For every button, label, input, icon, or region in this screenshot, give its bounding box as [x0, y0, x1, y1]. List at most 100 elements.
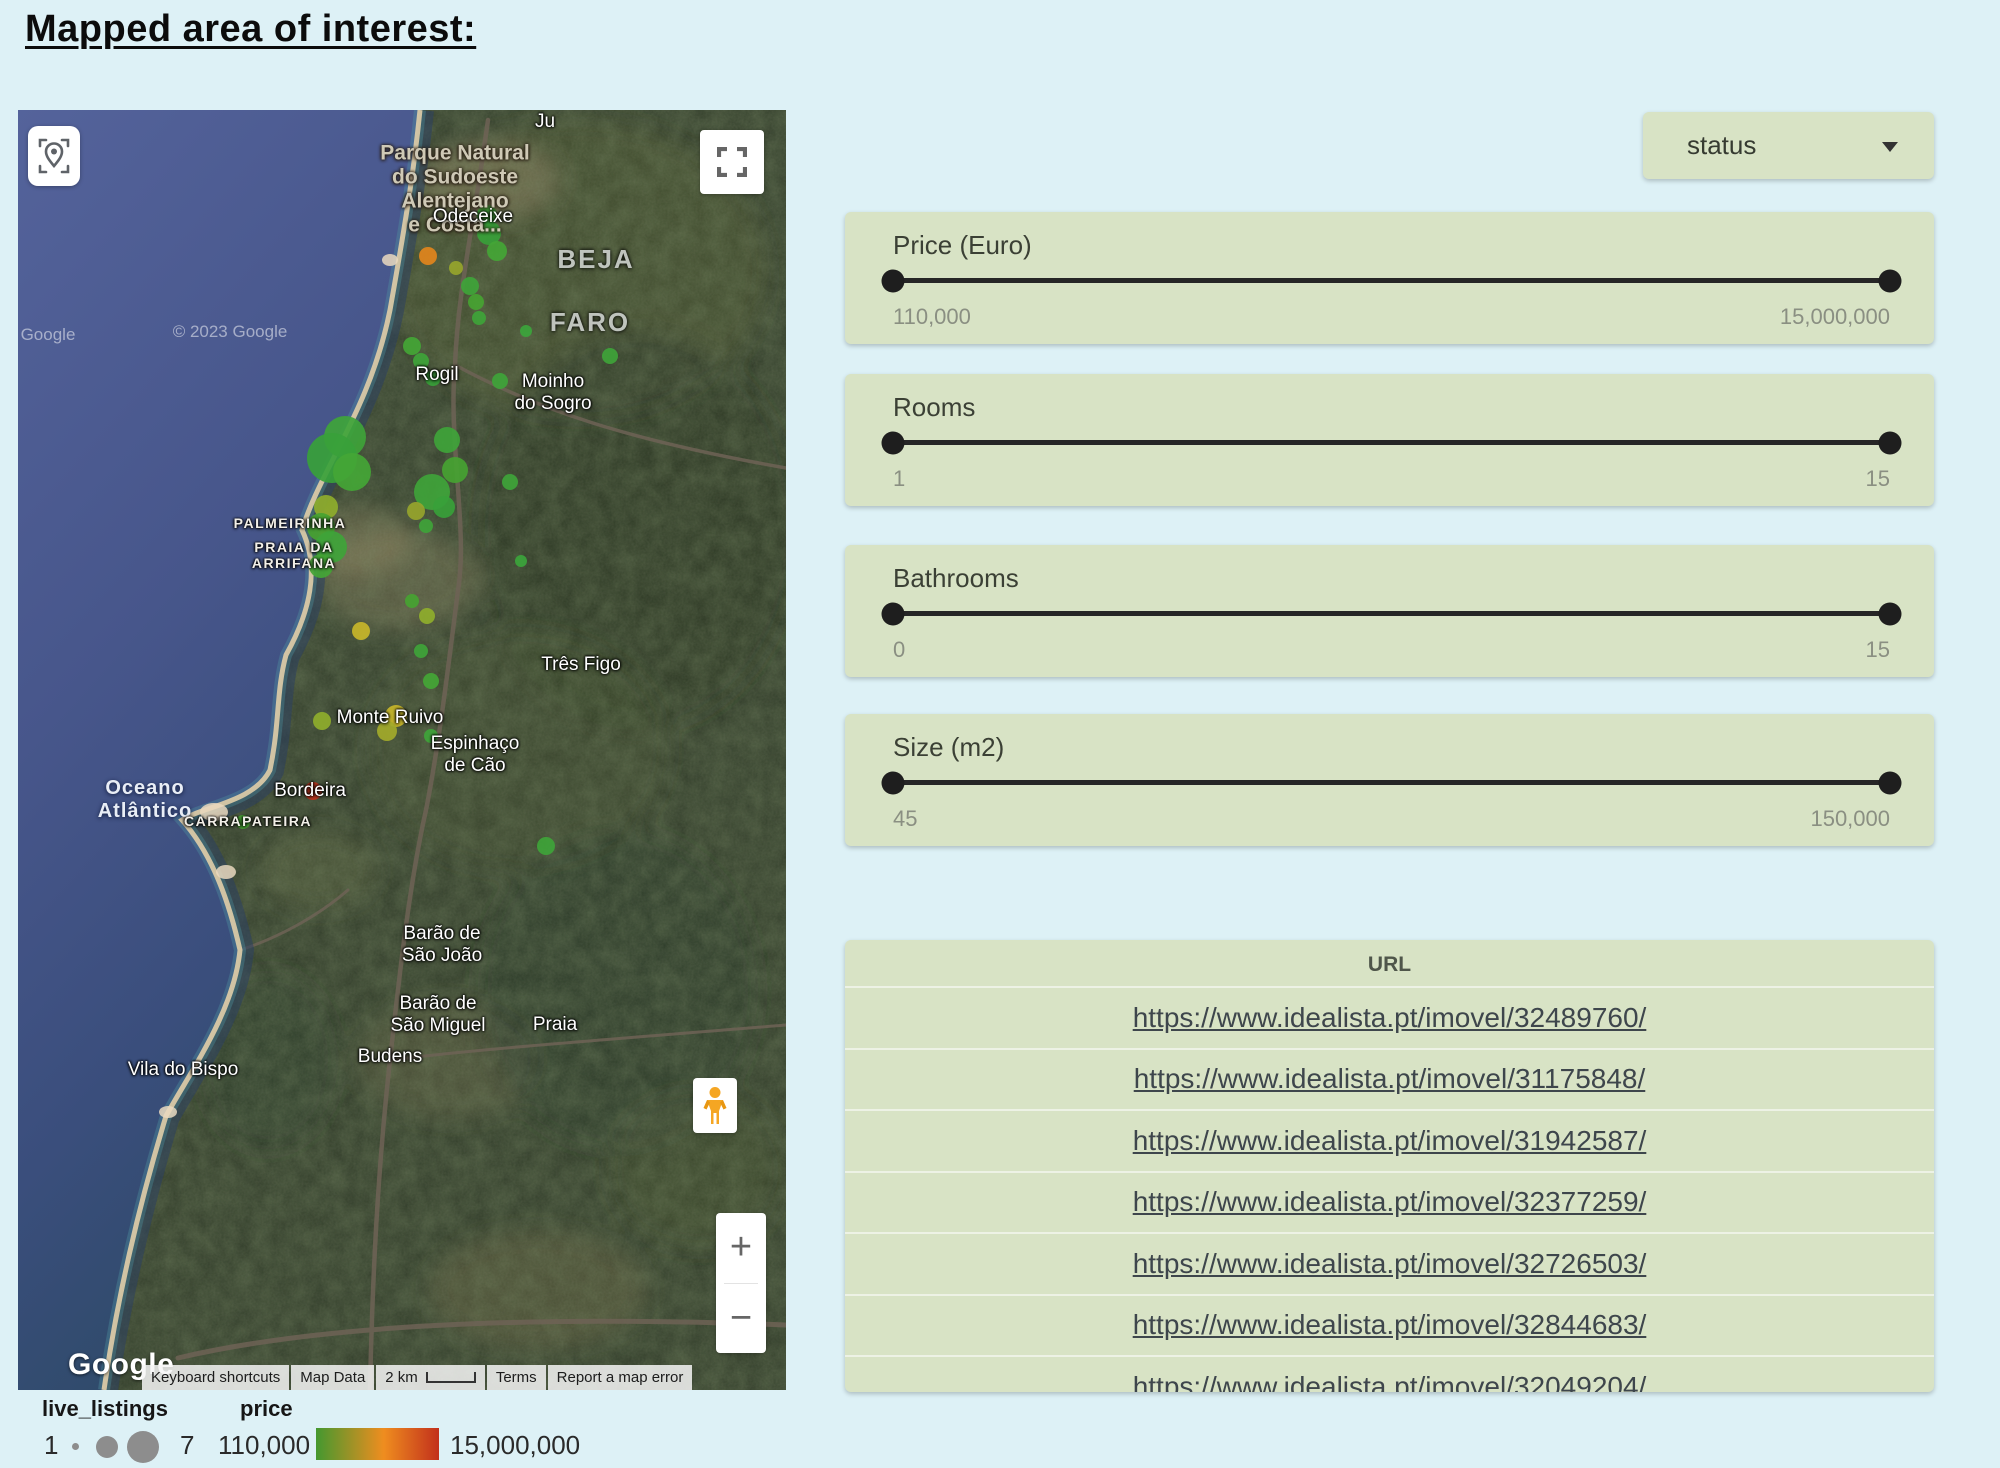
filter-card-size: Size (m2) 45 150,000 [845, 714, 1934, 846]
listing-marker[interactable] [403, 337, 421, 355]
listing-marker[interactable] [414, 644, 428, 658]
listing-marker[interactable] [492, 373, 508, 389]
listing-marker[interactable] [425, 370, 441, 386]
zoom-out-button[interactable]: − [716, 1284, 766, 1354]
listing-marker[interactable] [434, 427, 460, 453]
page-title: Mapped area of interest: [25, 8, 476, 51]
size-slider-handle-min[interactable] [882, 771, 905, 794]
pegman-icon [702, 1086, 728, 1126]
listing-marker[interactable] [352, 622, 370, 640]
listing-marker[interactable] [520, 325, 532, 337]
price-slider-handle-max[interactable] [1879, 269, 1902, 292]
rooms-slider-handle-min[interactable] [882, 431, 905, 454]
zoom-in-button[interactable]: + [716, 1213, 766, 1283]
size-slider-min-value: 45 [893, 806, 917, 832]
listing-marker[interactable] [449, 261, 463, 275]
status-dropdown[interactable]: status [1643, 112, 1934, 179]
fullscreen-icon [717, 147, 747, 177]
listing-marker[interactable] [419, 608, 435, 624]
zoom-control: + − [716, 1213, 766, 1353]
table-row: https://www.idealista.pt/imovel/31942587… [845, 1109, 1934, 1171]
listing-marker[interactable] [423, 673, 439, 689]
filter-card-price: Price (Euro) 110,000 15,000,000 [845, 212, 1934, 344]
draw-area-button[interactable] [28, 126, 80, 186]
satellite-imagery [18, 110, 786, 1390]
listing-marker[interactable] [515, 555, 527, 567]
rooms-slider[interactable] [893, 440, 1890, 445]
listing-marker[interactable] [433, 496, 455, 518]
filter-card-rooms: Rooms 1 15 [845, 374, 1934, 506]
rooms-slider-min-value: 1 [893, 466, 905, 492]
listing-marker[interactable] [377, 721, 397, 741]
listing-marker[interactable] [602, 348, 618, 364]
listing-url-link[interactable]: https://www.idealista.pt/imovel/32049204… [1133, 1371, 1647, 1392]
map-canvas[interactable]: Parque Natural do Sudoeste Alentejano e … [18, 110, 786, 1390]
table-row: https://www.idealista.pt/imovel/32844683… [845, 1294, 1934, 1356]
bathrooms-slider-handle-max[interactable] [1879, 602, 1902, 625]
size-slider-handle-max[interactable] [1879, 771, 1902, 794]
bathrooms-slider-min-value: 0 [893, 637, 905, 663]
listing-marker[interactable] [424, 729, 438, 743]
bathrooms-slider-handle-min[interactable] [882, 602, 905, 625]
rooms-slider-max-value: 15 [1866, 466, 1890, 492]
chevron-down-icon [1882, 142, 1898, 152]
size-slider-label: Size (m2) [893, 732, 1004, 763]
size-legend-min: 1 [44, 1430, 58, 1461]
listing-marker[interactable] [502, 474, 518, 490]
rooms-slider-handle-max[interactable] [1879, 431, 1902, 454]
price-slider[interactable] [893, 278, 1890, 283]
listing-marker[interactable] [309, 554, 333, 578]
listing-url-link[interactable]: https://www.idealista.pt/imovel/32726503… [1133, 1248, 1647, 1280]
color-legend-title: price [240, 1396, 293, 1422]
size-legend-dot-small [72, 1443, 79, 1450]
color-legend-max: 15,000,000 [450, 1430, 580, 1461]
size-legend-dot-medium [96, 1436, 118, 1458]
listing-url-link[interactable]: https://www.idealista.pt/imovel/31942587… [1133, 1125, 1647, 1157]
bathrooms-slider-label: Bathrooms [893, 563, 1019, 594]
size-legend-title: live_listings [42, 1396, 168, 1422]
size-slider[interactable] [893, 780, 1890, 785]
listing-marker[interactable] [236, 815, 250, 829]
listing-marker[interactable] [419, 247, 437, 265]
scale: 2 km [376, 1365, 485, 1390]
keyboard-shortcuts-link[interactable]: Keyboard shortcuts [142, 1365, 289, 1390]
listing-marker[interactable] [487, 241, 507, 261]
listing-marker[interactable] [313, 712, 331, 730]
pegman-streetview-button[interactable] [693, 1078, 737, 1133]
price-slider-min-value: 110,000 [893, 304, 971, 330]
url-column-header: URL [845, 940, 1934, 986]
price-gradient-bar [316, 1428, 439, 1460]
price-slider-label: Price (Euro) [893, 230, 1032, 261]
listing-url-link[interactable]: https://www.idealista.pt/imovel/32377259… [1133, 1186, 1647, 1218]
fullscreen-button[interactable] [700, 130, 764, 194]
table-row: https://www.idealista.pt/imovel/31175848… [845, 1048, 1934, 1110]
listing-marker[interactable] [442, 457, 468, 483]
terms-link[interactable]: Terms [487, 1365, 546, 1390]
listing-url-link[interactable]: https://www.idealista.pt/imovel/32844683… [1133, 1309, 1647, 1341]
listing-marker[interactable] [461, 277, 479, 295]
listing-marker[interactable] [333, 453, 371, 491]
bathrooms-slider[interactable] [893, 611, 1890, 616]
listing-url-link[interactable]: https://www.idealista.pt/imovel/32489760… [1133, 1002, 1647, 1034]
listing-marker[interactable] [405, 594, 419, 608]
listing-marker[interactable] [537, 837, 555, 855]
listing-marker[interactable] [407, 502, 425, 520]
price-slider-max-value: 15,000,000 [1780, 304, 1890, 330]
price-slider-handle-min[interactable] [882, 269, 905, 292]
listing-marker[interactable] [304, 782, 322, 800]
table-row: https://www.idealista.pt/imovel/32489760… [845, 986, 1934, 1048]
size-legend-dot-large [127, 1431, 159, 1463]
table-row: https://www.idealista.pt/imovel/32049204… [845, 1355, 1934, 1392]
report-error-link[interactable]: Report a map error [548, 1365, 693, 1390]
listing-url-link[interactable]: https://www.idealista.pt/imovel/31175848… [1134, 1063, 1646, 1095]
bathrooms-slider-max-value: 15 [1866, 637, 1890, 663]
map-data-link[interactable]: Map Data [291, 1365, 374, 1390]
listing-marker[interactable] [413, 353, 429, 369]
listing-marker[interactable] [419, 519, 433, 533]
listing-marker[interactable] [472, 311, 486, 325]
url-rows: https://www.idealista.pt/imovel/32489760… [845, 986, 1934, 1392]
size-slider-max-value: 150,000 [1810, 806, 1890, 832]
listing-marker[interactable] [468, 294, 484, 310]
url-table: URL https://www.idealista.pt/imovel/3248… [845, 940, 1934, 1392]
rooms-slider-label: Rooms [893, 392, 975, 423]
